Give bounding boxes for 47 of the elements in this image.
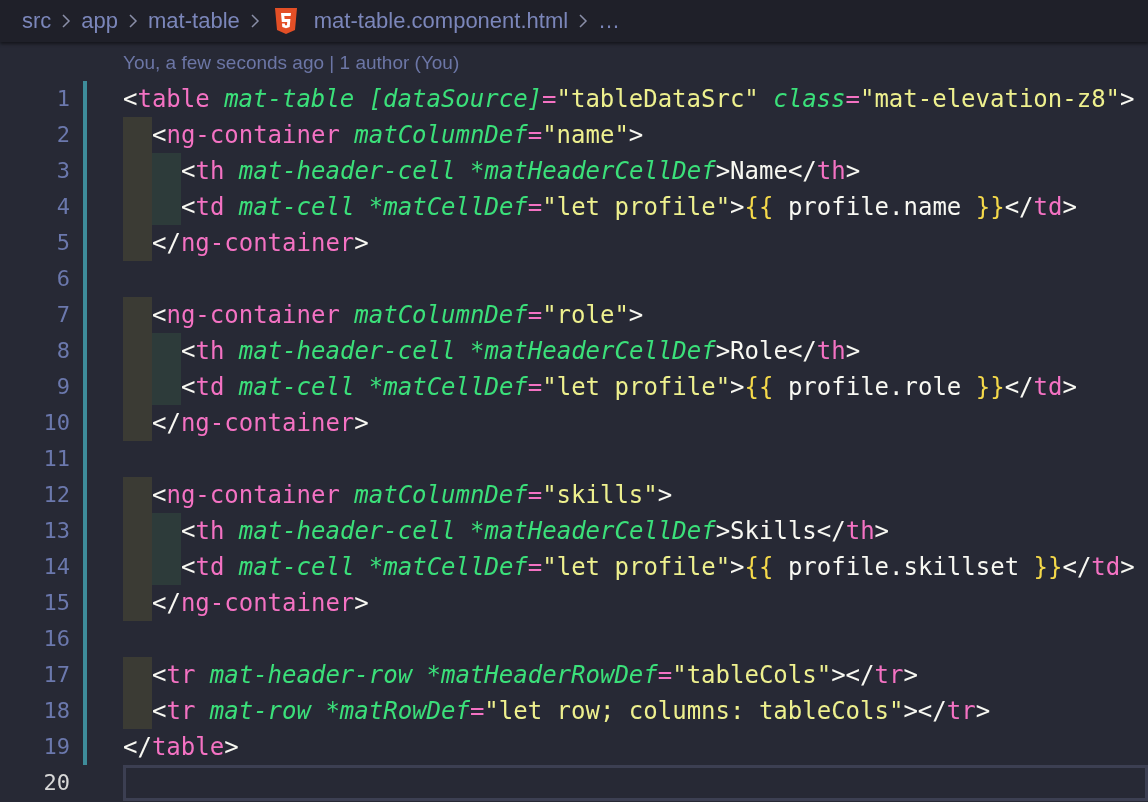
chevron-icon [61,13,72,29]
line-number: 18 [42,697,70,725]
code-line: <ng-container matColumnDef="role"> [152,300,644,331]
line-number: 16 [42,625,70,653]
code-line: <th mat-header-cell *matHeaderCellDef>Role</th> [181,336,861,367]
line-number: 17 [42,661,70,689]
line-number: 1 [55,85,70,113]
breadcrumb-item[interactable]: … [598,8,621,34]
line-number: 6 [55,265,70,293]
line-number: 8 [55,337,70,365]
line-number: 13 [42,517,70,545]
code-line: </ng-container> [152,588,369,619]
line-number: 10 [42,409,70,437]
line-number: 5 [55,229,70,257]
code-line: <table mat-table [dataSource]="tableDataSrc" class="mat-elevation-z8"> [123,84,1135,115]
line-number: 12 [42,481,70,509]
chevron-icon [578,13,589,29]
code-line: <tr mat-row *matRowDef="let row; columns: tableCols"></tr> [152,696,991,727]
git-blame-annotation: You, a few seconds ago | 1 author (You) [123,52,460,74]
code-line: <ng-container matColumnDef="name"> [152,120,644,151]
code-line: <td mat-cell *matCellDef="let profile">{{ profile.name }}</td> [181,192,1077,223]
line-number: 20 [42,769,70,797]
breadcrumb-item[interactable]: app [81,8,119,34]
line-number: 3 [55,157,70,185]
line-number: 9 [55,373,70,401]
line-number: 2 [55,121,70,149]
breadcrumb-item[interactable]: src [22,8,52,34]
breadcrumb-item[interactable]: mat-table.component.html [313,8,569,34]
line-number: 7 [55,301,70,329]
code-line: </ng-container> [152,228,369,259]
code-line: <th mat-header-cell *matHeaderCellDef>Name</th> [181,156,861,187]
line-number: 15 [42,589,70,617]
code-line: <td mat-cell *matCellDef="let profile">{{ profile.role }}</td> [181,372,1077,403]
code-line: <ng-container matColumnDef="skills"> [152,480,673,511]
html5-icon [273,8,298,34]
code-line: </table> [123,732,239,763]
line-number: 19 [42,733,70,761]
breadcrumb-item[interactable]: mat-table [148,8,240,34]
chevron-icon [249,13,260,29]
code-line: <th mat-header-cell *matHeaderCellDef>Skills</th> [181,516,890,547]
code-line: <td mat-cell *matCellDef="let profile">{{ profile.skillset }}</td> [181,552,1135,583]
chevron-icon [128,13,139,29]
line-number: 14 [42,553,70,581]
code-line: <tr mat-header-row *matHeaderRowDef="tableCols"></tr> [152,660,918,691]
code-line: </ng-container> [152,408,369,439]
line-number: 4 [55,193,70,221]
line-number: 11 [42,445,70,473]
